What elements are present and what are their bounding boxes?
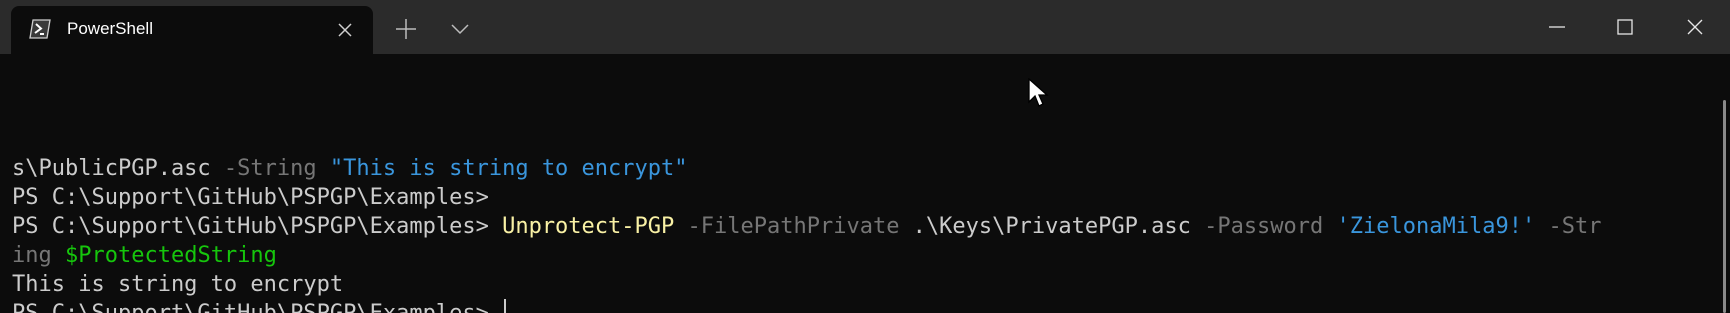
- terminal-output[interactable]: s\PublicPGP.asc -String "This is string …: [12, 67, 1712, 313]
- minimize-button[interactable]: [1523, 0, 1591, 54]
- terminal-token-text: PS C:\Support\GitHub\PSPGP\Examples>: [12, 185, 489, 210]
- terminal-token-text: PS C:\Support\GitHub\PSPGP\Examples>: [12, 214, 503, 239]
- terminal-token-param: -String: [223, 156, 317, 181]
- terminal-token-param: ing: [12, 243, 52, 268]
- maximize-button[interactable]: [1591, 0, 1659, 54]
- minimize-icon: [1549, 26, 1565, 28]
- terminal-token-var: $ProtectedString: [65, 243, 277, 268]
- terminal-token-text: [317, 156, 330, 181]
- terminal-token-text: [674, 214, 687, 239]
- title-bar[interactable]: PowerShell: [0, 0, 1730, 54]
- terminal-token-param: -FilePathPrivate: [687, 214, 900, 239]
- close-icon: [1687, 19, 1703, 35]
- plus-icon[interactable]: [393, 16, 419, 42]
- chevron-down-icon[interactable]: [447, 18, 473, 40]
- maximize-icon: [1617, 19, 1633, 35]
- terminal-token-text: This is string to encrypt: [12, 272, 344, 297]
- close-window-button[interactable]: [1661, 0, 1729, 54]
- terminal-token-param: -Str: [1548, 214, 1602, 239]
- terminal-token-string: 'ZielonaMila9!': [1336, 214, 1536, 239]
- terminal-token-text: [52, 243, 65, 268]
- close-tab-icon[interactable]: [334, 19, 356, 41]
- terminal-line: This is string to encrypt: [12, 270, 1712, 299]
- tab-title: PowerShell: [67, 19, 153, 38]
- scrollbar[interactable]: [1723, 100, 1726, 313]
- terminal-token-string: "This is string to encrypt": [329, 156, 688, 181]
- text-cursor: [504, 299, 507, 313]
- terminal-token-text: .\Keys\PrivatePGP.asc: [899, 214, 1205, 239]
- terminal-window: PowerShell s\PublicPGP.asc -String "This…: [0, 0, 1730, 313]
- terminal-line: PS C:\Support\GitHub\PSPGP\Examples> Unp…: [12, 212, 1712, 241]
- terminal-token-command: Unprotect-PGP: [502, 214, 675, 239]
- terminal-token-param: -Password: [1204, 214, 1324, 239]
- terminal-line: ing $ProtectedString: [12, 241, 1712, 270]
- terminal-line: PS C:\Support\GitHub\PSPGP\Examples>: [12, 183, 1712, 212]
- terminal-line: PS C:\Support\GitHub\PSPGP\Examples>: [12, 299, 1712, 313]
- terminal-token-text: [1535, 214, 1548, 239]
- terminal-token-text: [1323, 214, 1336, 239]
- terminal-token-text: PS C:\Support\GitHub\PSPGP\Examples>: [12, 301, 502, 313]
- terminal-line: s\PublicPGP.asc -String "This is string …: [12, 154, 1712, 183]
- mouse-pointer-icon: [1028, 78, 1049, 107]
- powershell-icon: [29, 19, 51, 39]
- tab-powershell[interactable]: PowerShell: [11, 6, 373, 54]
- terminal-token-text: s\PublicPGP.asc: [12, 156, 224, 181]
